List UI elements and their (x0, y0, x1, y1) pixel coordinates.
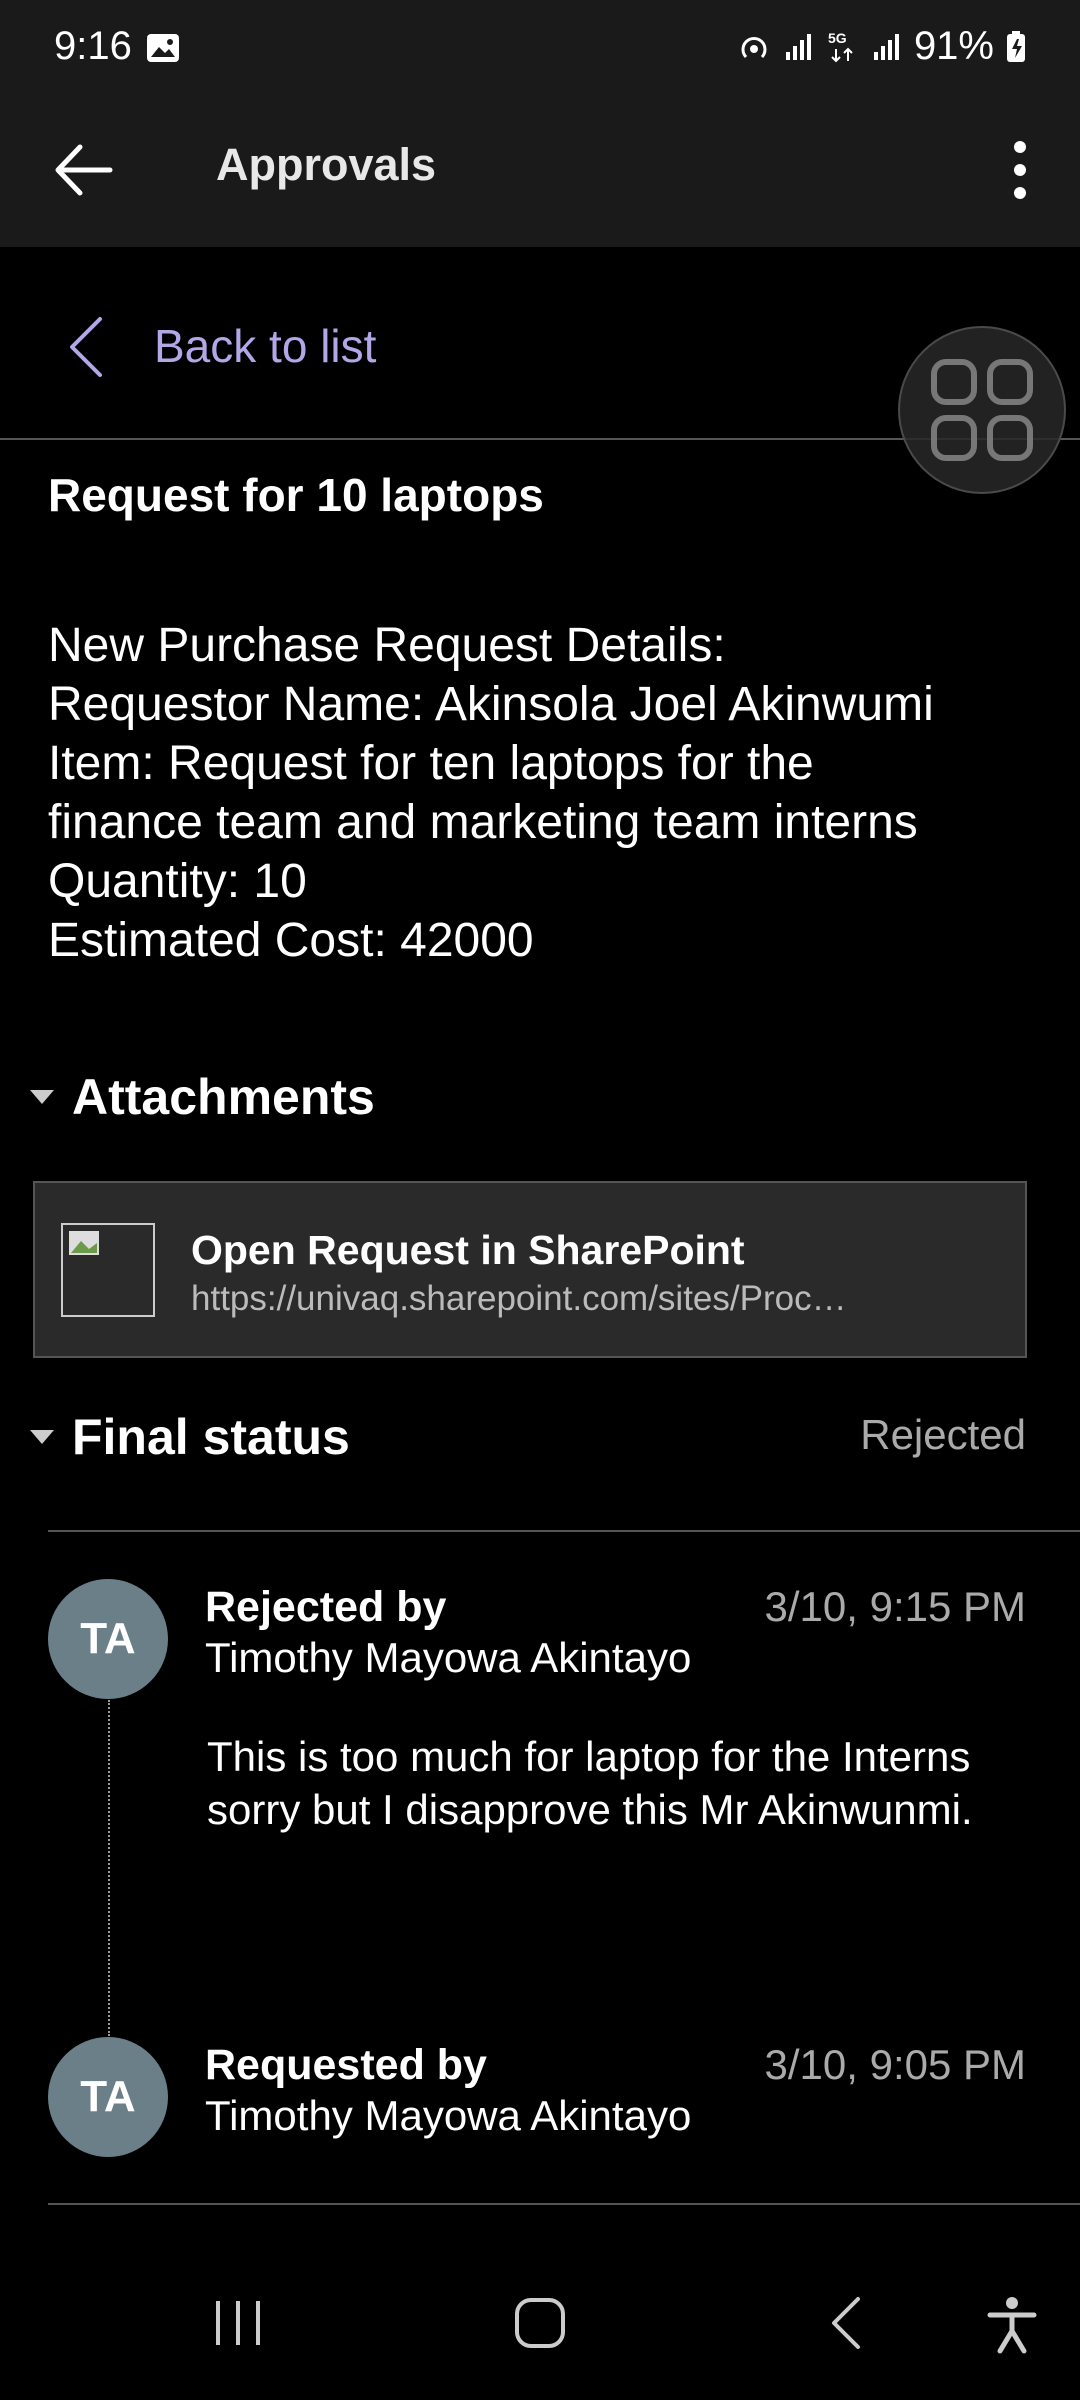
entry-label: Requested by (205, 2041, 487, 2089)
attachments-header[interactable]: Attachments (30, 1068, 375, 1126)
status-bar: 9:16 5G 91% (0, 0, 1080, 97)
accessibility-icon[interactable] (984, 2295, 1040, 2355)
details-line: finance team and marketing team interns (48, 796, 918, 849)
avatar: TA (48, 1579, 168, 1699)
entry-timestamp: 3/10, 9:05 PM (764, 2041, 1027, 2088)
details-line: Estimated Cost: 42000 (48, 914, 534, 967)
attachment-item[interactable]: Open Request in SharePoint https://univa… (33, 1181, 1027, 1358)
attachment-url: https://univaq.sharepoint.com/sites/Proc… (191, 1279, 847, 1318)
floating-apps-button[interactable] (898, 326, 1066, 494)
image-icon (147, 34, 179, 62)
system-navigation-bar (0, 2240, 1080, 2400)
battery-percent: 91% (913, 24, 994, 68)
broken-image-icon (61, 1223, 155, 1317)
collapse-triangle-icon (30, 1090, 54, 1104)
hotspot-icon (741, 36, 767, 58)
attachments-title: Attachments (72, 1069, 375, 1125)
details-line: New Purchase Request Details: (48, 619, 726, 672)
entry-timestamp: 3/10, 9:15 PM (764, 1583, 1027, 1630)
status-time: 9:16 (54, 24, 132, 68)
entry-person-name: Timothy Mayowa Akintayo (205, 2092, 692, 2139)
chevron-left-icon (70, 317, 102, 377)
more-options-icon[interactable] (1000, 135, 1040, 205)
collapse-triangle-icon (30, 1430, 54, 1444)
app-title: Approvals (216, 139, 437, 190)
entry-person-name: Timothy Mayowa Akintayo (205, 1634, 692, 1681)
final-status-header[interactable]: Final status (30, 1408, 350, 1466)
divider (48, 1530, 1080, 1532)
app-bar: Approvals (0, 97, 1080, 247)
details-line: Requestor Name: Akinsola Joel Akinwumi (48, 678, 934, 731)
back-arrow-icon[interactable] (50, 135, 120, 205)
grid-icon (931, 359, 1033, 461)
status-icons: 5G 91% (736, 24, 1026, 69)
avatar: TA (48, 2037, 168, 2157)
status-badge: Rejected (860, 1411, 1026, 1458)
final-status-title: Final status (72, 1409, 350, 1465)
rejection-comment: This is too much for laptop for the Inte… (207, 1733, 973, 1833)
recent-apps-icon[interactable] (210, 2295, 266, 2351)
signal-icon (785, 33, 811, 60)
svg-text:5G: 5G (828, 30, 847, 46)
timeline-connector (108, 1700, 110, 2036)
details-line: Item: Request for ten laptops for the (48, 737, 814, 790)
home-icon[interactable] (512, 2295, 568, 2351)
request-details: New Purchase Request Details: Requestor … (48, 616, 1048, 970)
back-to-list-label: Back to list (154, 320, 377, 372)
back-icon[interactable] (820, 2295, 876, 2351)
divider (48, 2203, 1080, 2205)
details-line: Quantity: 10 (48, 855, 307, 908)
5g-icon: 5G (828, 30, 853, 62)
request-title: Request for 10 laptops (48, 469, 544, 521)
battery-icon (1007, 30, 1025, 62)
entry-label: Rejected by (205, 1583, 447, 1631)
signal-icon (873, 33, 899, 60)
attachment-name: Open Request in SharePoint (191, 1227, 745, 1273)
